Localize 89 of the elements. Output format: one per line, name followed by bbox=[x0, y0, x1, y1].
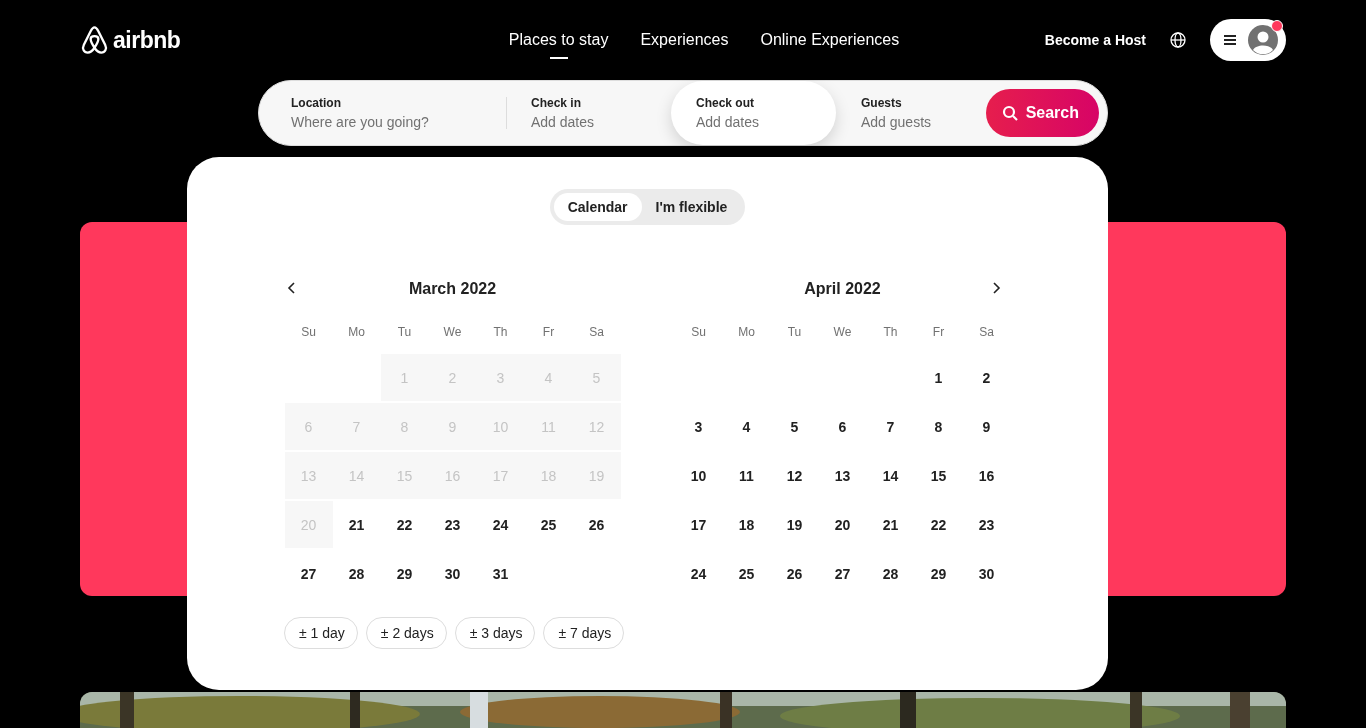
globe-icon[interactable] bbox=[1170, 32, 1186, 48]
calendar-day[interactable]: 25 bbox=[524, 501, 573, 548]
calendar-day[interactable]: 10 bbox=[674, 452, 723, 499]
calendar-day[interactable]: 13 bbox=[818, 452, 867, 499]
calendar-day[interactable]: 28 bbox=[332, 550, 381, 597]
calendar-day[interactable]: 29 bbox=[914, 550, 963, 597]
calendar-day[interactable]: 2 bbox=[962, 354, 1011, 401]
chevron-left-icon bbox=[286, 281, 297, 295]
calendar-day[interactable]: 26 bbox=[770, 550, 819, 597]
calendar-day[interactable]: 23 bbox=[962, 501, 1011, 548]
chevron-right-icon bbox=[990, 281, 1001, 295]
search-field[interactable]: Check out Add dates bbox=[671, 81, 836, 145]
calendar-day[interactable]: 15 bbox=[914, 452, 963, 499]
calendar-day[interactable]: 21 bbox=[332, 501, 381, 548]
logo-wordmark[interactable]: airbnb bbox=[113, 26, 181, 54]
search-field[interactable]: Location Where are you going? bbox=[259, 81, 506, 145]
calendar-day[interactable]: 25 bbox=[722, 550, 771, 597]
month-title: April 2022 bbox=[804, 280, 881, 298]
search-button[interactable]: Search bbox=[985, 89, 1099, 137]
calendar-day[interactable]: 17 bbox=[674, 501, 723, 548]
search-field[interactable]: Guests Add guests bbox=[836, 81, 986, 145]
calendar-day[interactable]: 24 bbox=[674, 550, 723, 597]
field-label: Guests bbox=[861, 96, 903, 110]
weekday-label: Sa bbox=[978, 325, 995, 341]
calendar-day[interactable]: 30 bbox=[428, 550, 477, 597]
field-label: Location bbox=[291, 96, 342, 110]
flexibility-chip[interactable]: ± 1 day bbox=[284, 617, 358, 649]
calendar-day[interactable]: 8 bbox=[914, 403, 963, 450]
weekday-label: Sa bbox=[588, 325, 605, 341]
field-input[interactable]: Add guests bbox=[861, 114, 966, 130]
avatar-icon bbox=[1248, 25, 1278, 55]
calendar-day[interactable]: 26 bbox=[572, 501, 621, 548]
calendar-day[interactable]: 22 bbox=[380, 501, 429, 548]
weekday-label: Tu bbox=[786, 325, 803, 341]
calendar-day[interactable]: 9 bbox=[962, 403, 1011, 450]
weekday-label: Fr bbox=[931, 325, 946, 341]
weekday-label: Mo bbox=[347, 325, 366, 341]
search-field[interactable]: Check in Add dates bbox=[506, 81, 671, 145]
calendar-day[interactable]: 1 bbox=[914, 354, 963, 401]
mode-tab[interactable]: I'm flexible bbox=[641, 193, 742, 221]
calendar-day[interactable]: 16 bbox=[962, 452, 1011, 499]
calendar-day[interactable]: 6 bbox=[818, 403, 867, 450]
field-input[interactable]: Add dates bbox=[696, 114, 816, 130]
calendar-day[interactable]: 11 bbox=[722, 452, 771, 499]
calendar-day[interactable]: 29 bbox=[380, 550, 429, 597]
user-menu-button[interactable] bbox=[1210, 19, 1286, 61]
nav-tab[interactable]: Experiences bbox=[640, 21, 729, 59]
calendar-day[interactable]: 4 bbox=[722, 403, 771, 450]
calendar-day[interactable]: 27 bbox=[818, 550, 867, 597]
calendar-day[interactable]: 12 bbox=[770, 452, 819, 499]
weekday-label: Su bbox=[300, 325, 317, 341]
menu-icon bbox=[1222, 32, 1238, 48]
calendar-day[interactable]: 27 bbox=[284, 550, 333, 597]
calendar-day[interactable]: 5 bbox=[770, 403, 819, 450]
weekday-label: Tu bbox=[396, 325, 413, 341]
calendar-day[interactable]: 3 bbox=[674, 403, 723, 450]
calendar-day[interactable]: 7 bbox=[866, 403, 915, 450]
flexibility-chip[interactable]: ± 7 days bbox=[543, 617, 625, 649]
calendar-day[interactable]: 23 bbox=[428, 501, 477, 548]
weekday-label: Th bbox=[492, 325, 509, 341]
flexibility-chip[interactable]: ± 2 days bbox=[365, 617, 447, 649]
calendar-day[interactable]: 24 bbox=[476, 501, 525, 548]
flexibility-chip[interactable]: ± 3 days bbox=[454, 617, 536, 649]
mode-tab[interactable]: Calendar bbox=[553, 193, 642, 221]
nav-tab[interactable]: Online Experiences bbox=[760, 21, 900, 59]
calendar-day[interactable]: 14 bbox=[866, 452, 915, 499]
month-title: March 2022 bbox=[408, 280, 497, 298]
weekday-label: Mo bbox=[737, 325, 756, 341]
field-input[interactable]: Add dates bbox=[531, 114, 651, 130]
nav-tab[interactable]: Places to stay bbox=[508, 21, 609, 59]
calendar-day[interactable]: 21 bbox=[866, 501, 915, 548]
calendar-day[interactable]: 18 bbox=[722, 501, 771, 548]
weekday-label: We bbox=[832, 325, 853, 341]
calendar-day[interactable]: 20 bbox=[818, 501, 867, 548]
logo-icon[interactable] bbox=[80, 24, 109, 56]
field-label: Check in bbox=[531, 96, 582, 110]
weekday-label: Th bbox=[882, 325, 899, 341]
search-icon bbox=[1001, 105, 1018, 121]
field-input[interactable]: Where are you going? bbox=[291, 114, 486, 130]
weekday-label: Su bbox=[690, 325, 707, 341]
field-label: Check out bbox=[696, 96, 755, 110]
weekday-label: Fr bbox=[541, 325, 556, 341]
calendar-day[interactable]: 31 bbox=[476, 550, 525, 597]
calendar-day[interactable]: 30 bbox=[962, 550, 1011, 597]
become-host-link[interactable]: Become a Host bbox=[1044, 32, 1146, 48]
calendar-day[interactable]: 22 bbox=[914, 501, 963, 548]
calendar-day[interactable]: 28 bbox=[866, 550, 915, 597]
calendar-day[interactable]: 19 bbox=[770, 501, 819, 548]
weekday-label: We bbox=[442, 325, 463, 341]
